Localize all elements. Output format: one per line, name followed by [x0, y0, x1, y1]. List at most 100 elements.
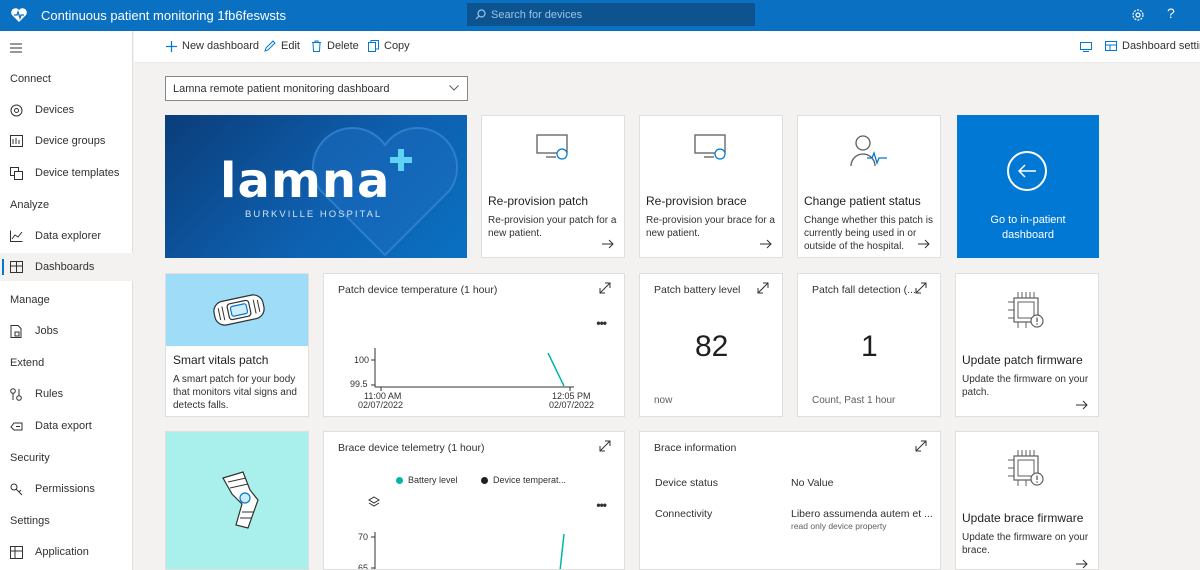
- tile-title: Update brace firmware: [962, 511, 1084, 525]
- tile-title: Change patient status: [804, 194, 921, 208]
- property-value: Libero assumenda autem et ...: [791, 508, 933, 520]
- data-export-icon: [9, 419, 23, 433]
- devices-icon: [9, 103, 23, 117]
- lamna-logo-tile: lamna BURKVILLE HOSPITAL: [165, 115, 467, 258]
- plus-cross-icon: [390, 149, 412, 171]
- dashboard-dropdown[interactable]: Lamna remote patient monitoring dashboar…: [165, 76, 468, 101]
- brace-plot: [371, 532, 565, 569]
- kpi-value: 82: [695, 330, 729, 363]
- tile-title: Brace information: [654, 442, 737, 454]
- patch-device-icon: [213, 294, 265, 326]
- arrow-right-icon[interactable]: [1076, 400, 1088, 410]
- back-arrow-icon: [1007, 151, 1047, 191]
- sidebar-item-label: Application: [35, 546, 89, 558]
- search-icon: [475, 9, 486, 20]
- new-dashboard-button[interactable]: New dashboard: [166, 40, 259, 52]
- x-tick-date: 02/07/2022: [358, 400, 404, 410]
- battery-line: [559, 533, 565, 569]
- temperature-line: [547, 352, 565, 387]
- in-patient-dashboard-tile[interactable]: Go to in-patient dashboard: [957, 115, 1099, 258]
- section-analyze: Analyze: [10, 199, 50, 211]
- copy-button[interactable]: Copy: [368, 40, 410, 52]
- sidebar-item-rules[interactable]: Rules: [0, 380, 133, 408]
- brace-telemetry-chart-tile: Brace device telemetry (1 hour) Battery …: [323, 431, 625, 570]
- sidebar-item-label: Jobs: [35, 325, 59, 337]
- expand-icon[interactable]: [757, 282, 769, 294]
- chevron-down-icon: [449, 85, 459, 91]
- device-groups-icon: [9, 134, 23, 148]
- property-label: Connectivity: [655, 508, 713, 520]
- tile-description: Re-provision your patch for a new patien…: [488, 215, 617, 239]
- edit-label: Edit: [281, 40, 300, 52]
- trash-icon: [312, 40, 321, 52]
- sidebar: Connect Devices Device groups Device tem…: [0, 31, 133, 570]
- sidebar-item-data-export[interactable]: Data export: [0, 412, 133, 440]
- help-icon[interactable]: ?: [1167, 5, 1175, 21]
- sidebar-item-label: Devices: [35, 104, 75, 116]
- application-icon: [9, 545, 23, 559]
- plus-icon: [166, 40, 177, 52]
- search-placeholder: Search for devices: [491, 8, 583, 21]
- property-value: No Value: [791, 477, 834, 489]
- sidebar-item-application[interactable]: Application: [0, 538, 133, 566]
- delete-button[interactable]: Delete: [311, 40, 359, 52]
- reprovision-brace-tile[interactable]: Re-provision brace Re-provision your bra…: [639, 115, 783, 258]
- rules-icon: [9, 387, 23, 401]
- property-subtext: read only device property: [791, 521, 887, 531]
- sidebar-item-dashboards[interactable]: Dashboards: [0, 253, 133, 281]
- section-connect: Connect: [10, 73, 51, 85]
- reprovision-patch-tile[interactable]: Re-provision patch Re-provision your pat…: [481, 115, 625, 258]
- search-input[interactable]: Search for devices: [467, 3, 755, 26]
- monitor-refresh-icon: [694, 134, 726, 160]
- sidebar-item-jobs[interactable]: Jobs: [0, 317, 133, 345]
- firmware-chip-icon: [1008, 450, 1044, 486]
- expand-icon[interactable]: [915, 440, 927, 452]
- data-explorer-icon: [9, 229, 23, 243]
- present-icon[interactable]: [1080, 42, 1092, 52]
- tile-description: Re-provision your brace for a new patien…: [646, 215, 775, 239]
- arrow-right-icon[interactable]: [760, 239, 772, 249]
- heart-monitor-icon: [11, 8, 27, 22]
- logo-text: lamna: [220, 153, 391, 209]
- sidebar-item-permissions[interactable]: Permissions: [0, 475, 133, 503]
- sidebar-item-device-templates[interactable]: Device templates: [0, 159, 133, 187]
- kpi-title: Patch battery level: [654, 284, 741, 296]
- edit-button[interactable]: Edit: [264, 40, 300, 52]
- kpi-title: Patch fall detection (...: [812, 284, 916, 296]
- pencil-icon: [264, 40, 276, 52]
- tile-description: Update the firmware on your brace.: [962, 532, 1089, 556]
- sidebar-item-device-groups[interactable]: Device groups: [0, 127, 133, 155]
- tile-description: A smart patch for your body that monitor…: [173, 374, 297, 411]
- settings-gear-icon[interactable]: [1130, 7, 1146, 23]
- dashboard-settings-icon: [1105, 41, 1117, 51]
- y-tick-label: 70: [358, 532, 369, 542]
- sidebar-item-data-explorer[interactable]: Data explorer: [0, 222, 133, 250]
- app-title: Continuous patient monitoring 1fb6feswst…: [41, 8, 286, 23]
- dashboard-settings-button[interactable]: Dashboard settings: [1105, 40, 1200, 52]
- tile-title: Re-provision brace: [646, 194, 747, 208]
- arrow-right-icon[interactable]: [1076, 559, 1088, 569]
- update-patch-firmware-tile[interactable]: Update patch firmware Update the firmwar…: [955, 273, 1099, 417]
- section-manage: Manage: [10, 294, 50, 306]
- sidebar-item-devices[interactable]: Devices: [0, 96, 133, 124]
- arrow-right-icon[interactable]: [602, 239, 614, 249]
- brace-information-tile: Brace information Device status No Value…: [639, 431, 941, 570]
- hamburger-menu-icon[interactable]: [10, 43, 22, 53]
- sidebar-item-label: Device templates: [35, 167, 120, 179]
- tile-title: Re-provision patch: [488, 194, 589, 208]
- update-brace-firmware-tile[interactable]: Update brace firmware Update the firmwar…: [955, 431, 1099, 570]
- sidebar-item-label: Data export: [35, 420, 92, 432]
- dashboard-settings-label: Dashboard settings: [1122, 40, 1200, 52]
- jobs-icon: [9, 324, 23, 338]
- delete-label: Delete: [327, 40, 359, 52]
- dashboards-icon: [9, 260, 23, 274]
- arrow-right-icon[interactable]: [918, 239, 930, 249]
- tile-description: Change whether this patch is currently b…: [804, 215, 933, 252]
- y-tick-label: 65: [358, 563, 369, 570]
- sidebar-item-label: Data explorer: [35, 230, 102, 242]
- change-patient-status-tile[interactable]: Change patient status Change whether thi…: [797, 115, 941, 258]
- tile-title: Smart vitals patch: [173, 353, 269, 367]
- key-icon: [9, 482, 23, 496]
- expand-icon[interactable]: [915, 282, 927, 294]
- property-label: Device status: [655, 477, 719, 489]
